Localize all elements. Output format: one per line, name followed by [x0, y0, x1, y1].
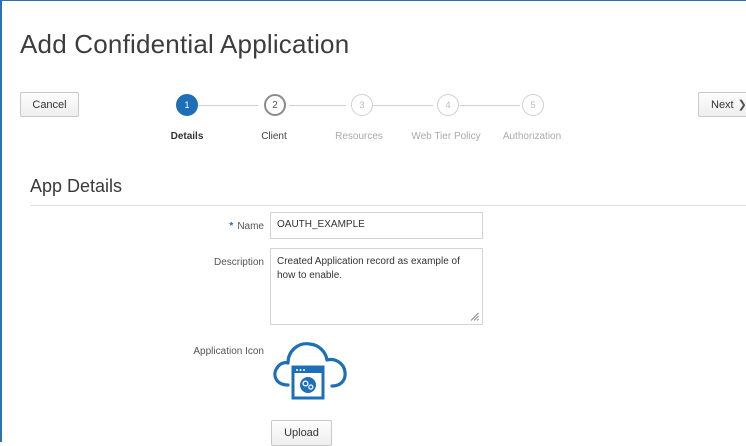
name-label: * Name	[124, 221, 264, 232]
required-marker: *	[229, 221, 234, 232]
resize-grip-icon[interactable]	[470, 312, 479, 321]
next-button-label: Next	[711, 98, 734, 111]
step-2-label[interactable]: Client	[229, 131, 319, 142]
upload-button[interactable]: Upload	[271, 420, 332, 446]
section-divider	[30, 205, 746, 206]
step-5-label[interactable]: Authorization	[487, 131, 577, 142]
name-label-text: Name	[237, 221, 264, 232]
name-field[interactable]: OAUTH_EXAMPLE	[270, 212, 483, 239]
description-text: Created Application record as example of…	[277, 256, 460, 281]
step-connector	[460, 105, 520, 106]
cancel-button[interactable]: Cancel	[20, 92, 79, 117]
step-connector	[198, 105, 258, 106]
step-4-label[interactable]: Web Tier Policy	[401, 131, 491, 142]
application-icon-label: Application Icon	[193, 346, 264, 357]
step-1-indicator[interactable]: 1	[176, 94, 198, 116]
description-textarea[interactable]: Created Application record as example of…	[270, 248, 483, 325]
step-4-indicator[interactable]: 4	[437, 94, 459, 116]
step-connector	[373, 105, 433, 106]
section-title: App Details	[30, 176, 123, 196]
step-3-indicator[interactable]: 3	[351, 94, 373, 116]
step-5-indicator[interactable]: 5	[522, 94, 544, 116]
step-2-indicator[interactable]: 2	[264, 94, 286, 116]
cloud-app-icon	[273, 342, 347, 400]
description-label: Description	[213, 257, 264, 268]
step-3-label[interactable]: Resources	[314, 131, 404, 142]
step-1-label[interactable]: Details	[142, 131, 232, 142]
chevron-right-icon: ❯	[737, 99, 746, 111]
page-title: Add Confidential Application	[20, 29, 350, 59]
next-button[interactable]: Next ❯	[698, 92, 746, 117]
step-connector	[289, 105, 346, 106]
